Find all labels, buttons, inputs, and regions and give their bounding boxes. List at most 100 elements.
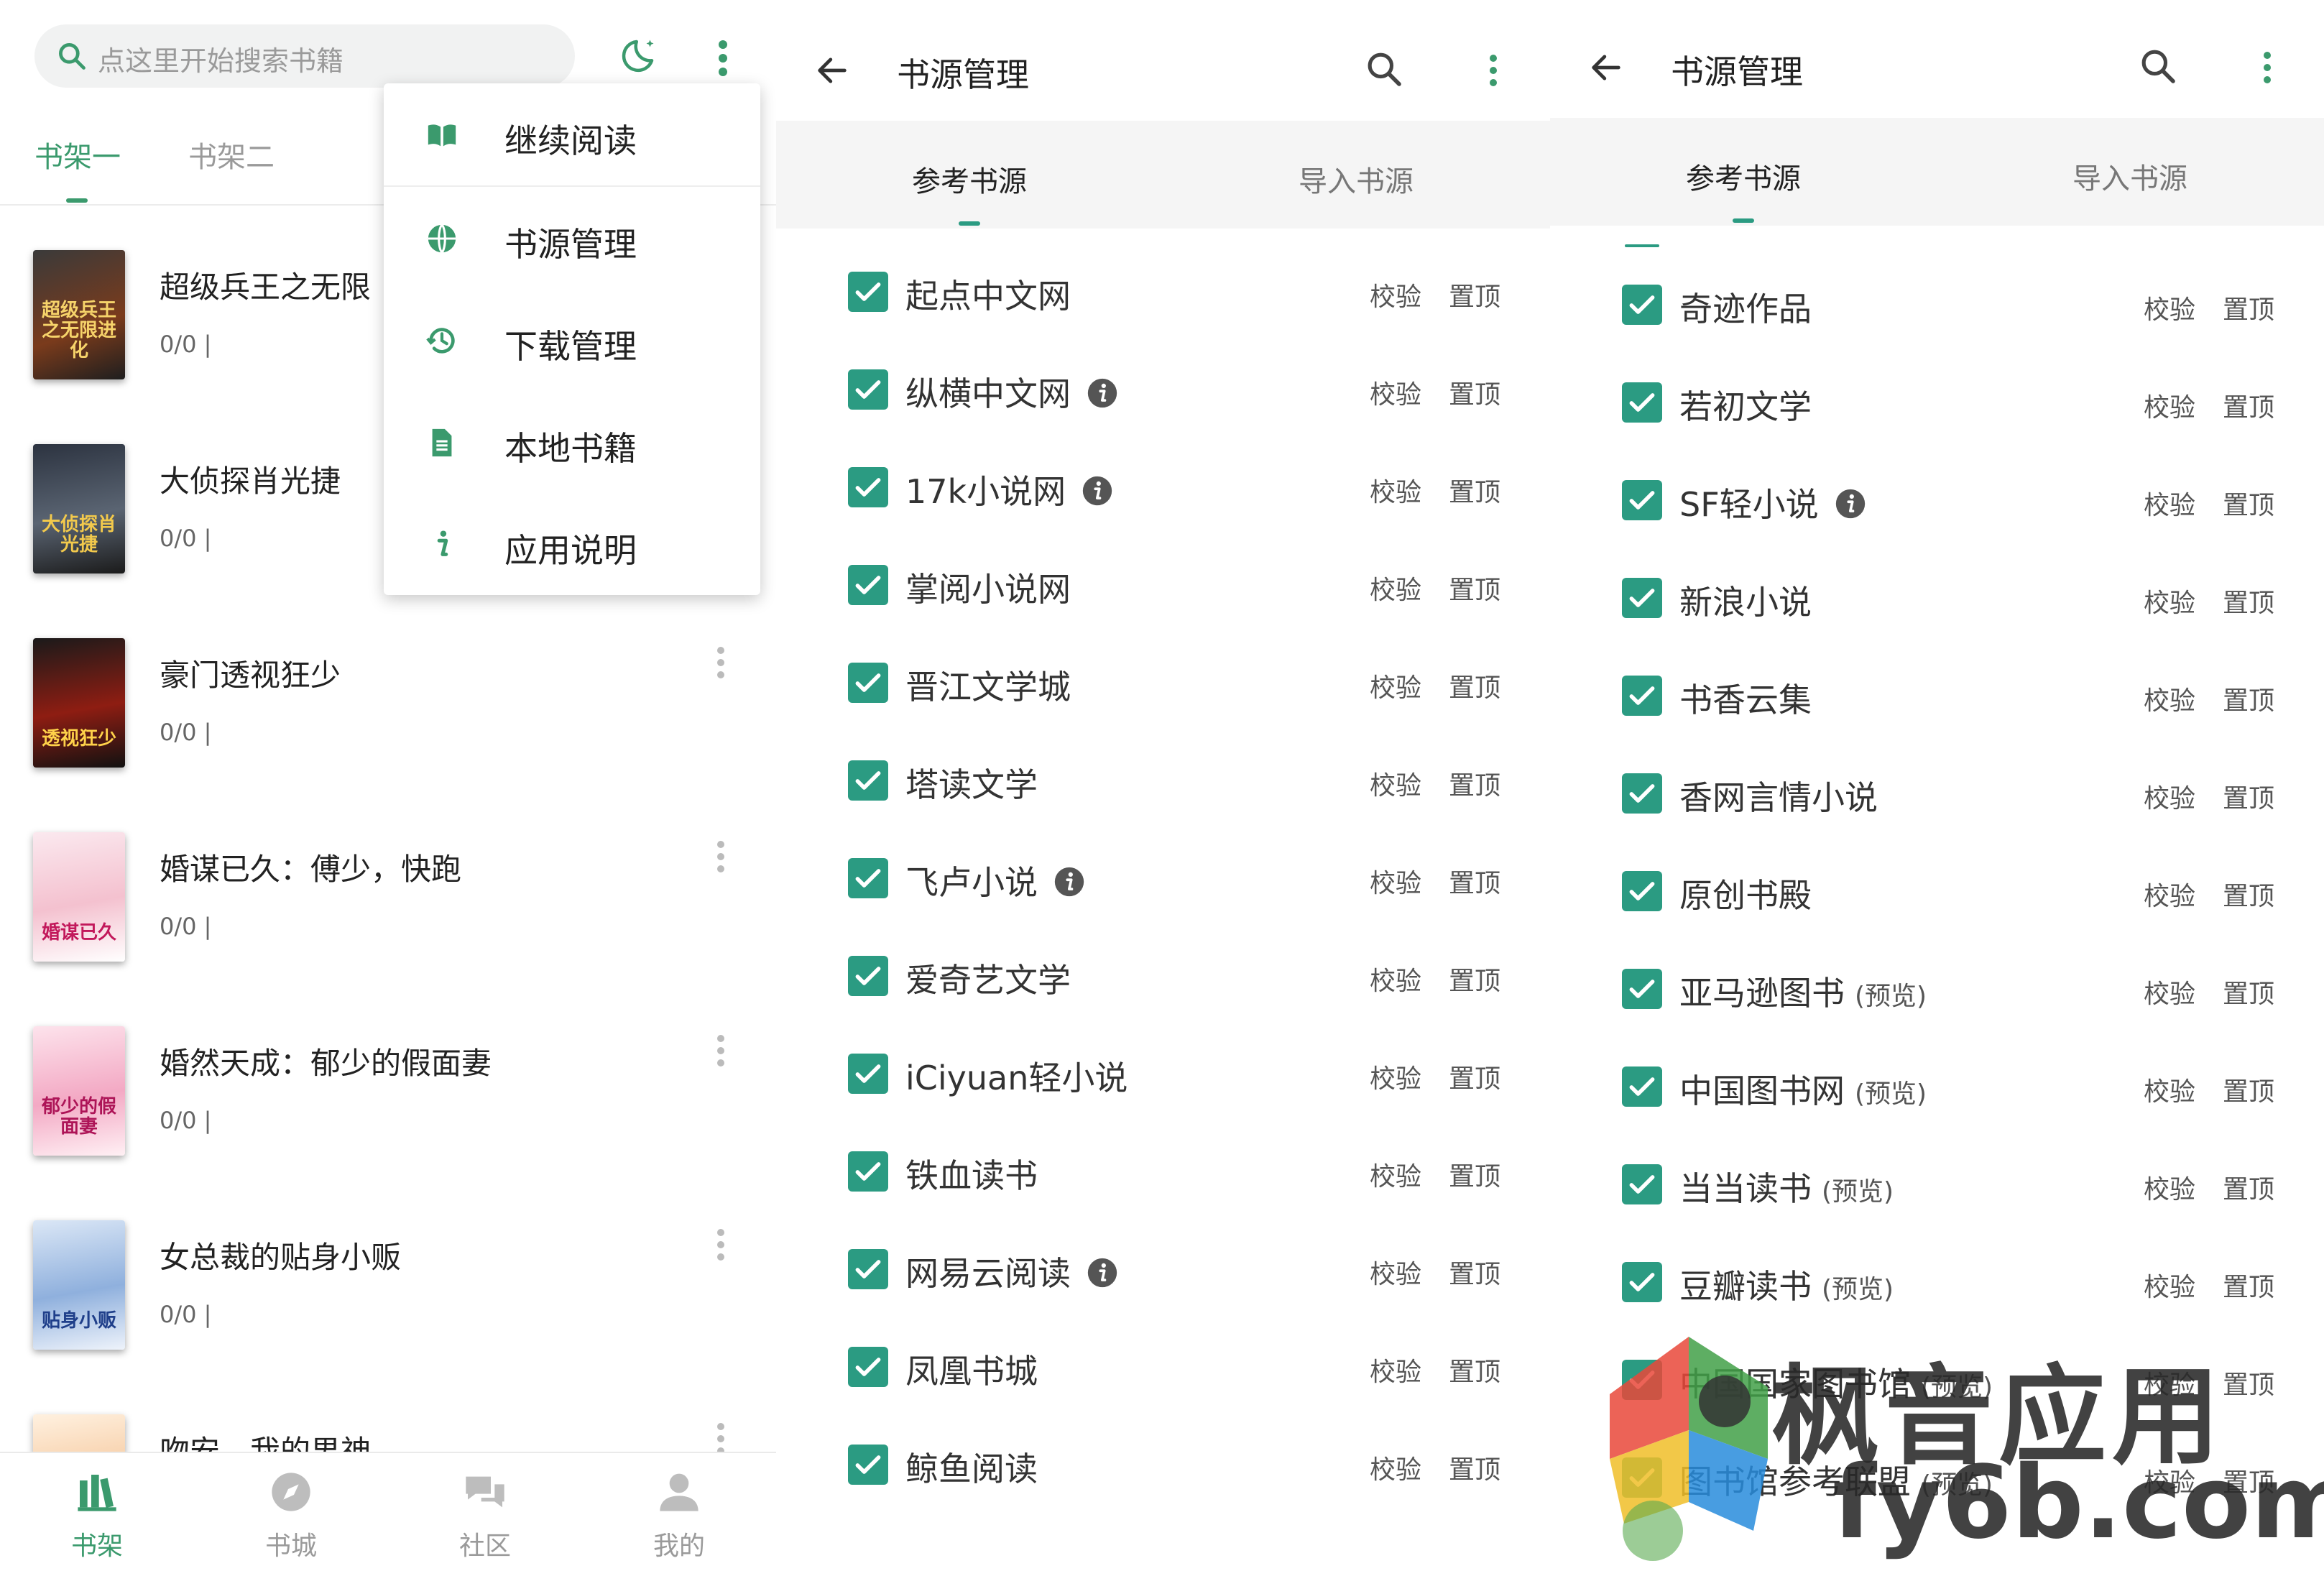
checkbox-checked[interactable]: [1622, 285, 1662, 325]
checkbox-checked[interactable]: [1622, 871, 1662, 911]
source-row[interactable]: 若初文学 校验 置顶: [1550, 354, 2324, 451]
checkbox-checked[interactable]: [848, 663, 888, 703]
source-row[interactable]: iCiyuan轻小说 校验 置顶: [776, 1025, 1550, 1123]
checkbox-checked[interactable]: [848, 858, 888, 898]
pin-button[interactable]: 置顶: [2223, 1266, 2274, 1304]
info-icon[interactable]: [1082, 475, 1113, 507]
pin-button[interactable]: 置顶: [1449, 1253, 1500, 1291]
verify-button[interactable]: 校验: [2144, 875, 2195, 913]
verify-button[interactable]: 校验: [1370, 1156, 1421, 1193]
source-row[interactable]: 起点中文网 校验 置顶: [776, 243, 1550, 341]
source-row[interactable]: 奇迹作品 校验 置顶: [1550, 256, 2324, 354]
info-icon[interactable]: [1053, 866, 1085, 898]
verify-button[interactable]: 校验: [2144, 1169, 2195, 1206]
checkbox-checked[interactable]: [1622, 969, 1662, 1009]
pin-button[interactable]: 置顶: [1449, 1449, 1500, 1486]
source-row[interactable]: 铁血读书 校验 置顶: [776, 1123, 1550, 1220]
source-row[interactable]: 书香云集 校验 置顶: [1550, 647, 2324, 745]
pin-button[interactable]: 置顶: [1449, 276, 1500, 313]
search-bar[interactable]: 点这里开始搜索书籍: [34, 24, 575, 88]
checkbox-checked[interactable]: [1622, 382, 1662, 423]
shelf-tab-2[interactable]: 书架二: [188, 134, 275, 175]
source-row[interactable]: 中国图书网 (预览) 校验 置顶: [1550, 1038, 2324, 1135]
verify-button[interactable]: 校验: [1370, 1058, 1421, 1095]
checkbox-checked[interactable]: [1622, 676, 1662, 716]
pin-button[interactable]: 置顶: [2223, 582, 2274, 619]
book-more-icon[interactable]: [716, 841, 726, 877]
source-row[interactable]: 掌阅小说网 校验 置顶: [776, 536, 1550, 634]
book-more-icon[interactable]: [716, 1229, 726, 1266]
info-icon[interactable]: [1087, 377, 1118, 409]
nav-bookshelf[interactable]: 书架: [0, 1453, 194, 1571]
verify-button[interactable]: 校验: [1370, 374, 1421, 411]
verify-button[interactable]: 校验: [1370, 1449, 1421, 1486]
pin-button[interactable]: 置顶: [2223, 778, 2274, 815]
tab-imported-sources[interactable]: 导入书源: [1163, 158, 1549, 200]
verify-button[interactable]: 校验: [2144, 680, 2195, 717]
pin-button[interactable]: 置顶: [1449, 960, 1500, 998]
pin-button[interactable]: 置顶: [2223, 1169, 2274, 1206]
search-icon[interactable]: [1364, 49, 1404, 89]
menu-item-download-management[interactable]: 下载管理: [384, 289, 760, 391]
menu-item-continue-reading[interactable]: 继续阅读: [384, 83, 760, 185]
source-row[interactable]: 塔读文学 校验 置顶: [776, 732, 1550, 829]
source-row[interactable]: 17k小说网 校验 置顶: [776, 438, 1550, 536]
pin-button[interactable]: 置顶: [2223, 680, 2274, 717]
pin-button[interactable]: 置顶: [2223, 289, 2274, 326]
source-row[interactable]: 晋江文学城 校验 置顶: [776, 634, 1550, 732]
shelf-tab-1[interactable]: 书架一: [34, 134, 121, 175]
pin-button[interactable]: 置顶: [1449, 1351, 1500, 1388]
checkbox-checked[interactable]: [848, 1151, 888, 1192]
source-row[interactable]: 爱奇艺文学 校验 置顶: [776, 927, 1550, 1025]
verify-button[interactable]: 校验: [1370, 276, 1421, 313]
verify-button[interactable]: 校验: [2144, 582, 2195, 619]
info-icon[interactable]: [1087, 1257, 1118, 1289]
book-more-icon[interactable]: [716, 1035, 726, 1072]
source-row[interactable]: 香网言情小说 校验 置顶: [1550, 745, 2324, 842]
more-vert-icon[interactable]: [2262, 52, 2272, 88]
verify-button[interactable]: 校验: [2144, 1266, 2195, 1304]
nav-bookstore[interactable]: 书城: [194, 1453, 388, 1571]
pin-button[interactable]: 置顶: [2223, 1071, 2274, 1108]
source-row[interactable]: SF轻小说 校验 置顶: [1550, 451, 2324, 549]
verify-button[interactable]: 校验: [1370, 862, 1421, 900]
more-vert-icon[interactable]: [1488, 55, 1498, 91]
source-row[interactable]: 网易云阅读 校验 置顶: [776, 1220, 1550, 1318]
checkbox-checked[interactable]: [1622, 1164, 1662, 1204]
pin-button[interactable]: 置顶: [2223, 973, 2274, 1010]
checkbox-checked[interactable]: [1622, 1262, 1662, 1302]
checkbox-checked[interactable]: [1622, 1066, 1662, 1107]
verify-button[interactable]: 校验: [2144, 387, 2195, 424]
pin-button[interactable]: 置顶: [1449, 471, 1500, 509]
pin-button[interactable]: 置顶: [1449, 862, 1500, 900]
checkbox-checked[interactable]: [848, 760, 888, 801]
verify-button[interactable]: 校验: [1370, 667, 1421, 704]
pin-button[interactable]: 置顶: [2223, 387, 2274, 424]
checkbox-checked[interactable]: [848, 1249, 888, 1289]
tab-reference-sources[interactable]: 参考书源: [1550, 155, 1937, 197]
pin-button[interactable]: 置顶: [1449, 667, 1500, 704]
info-icon[interactable]: [1835, 488, 1866, 520]
verify-button[interactable]: 校验: [2144, 1071, 2195, 1108]
checkbox-checked[interactable]: [848, 956, 888, 996]
back-arrow-icon[interactable]: [1587, 49, 1625, 86]
checkbox-checked[interactable]: [848, 1445, 888, 1485]
source-row[interactable]: 原创书殿 校验 置顶: [1550, 842, 2324, 940]
verify-button[interactable]: 校验: [1370, 471, 1421, 509]
verify-button[interactable]: 校验: [2144, 484, 2195, 522]
source-row[interactable]: 亚马逊图书 (预览) 校验 置顶: [1550, 940, 2324, 1038]
source-row[interactable]: 飞卢小说 校验 置顶: [776, 829, 1550, 927]
checkbox-checked[interactable]: [848, 565, 888, 605]
verify-button[interactable]: 校验: [2144, 778, 2195, 815]
verify-button[interactable]: 校验: [1370, 1351, 1421, 1388]
menu-item-app-info[interactable]: 应用说明: [384, 493, 760, 595]
nav-profile[interactable]: 我的: [582, 1453, 776, 1571]
verify-button[interactable]: 校验: [1370, 569, 1421, 607]
checkbox-checked[interactable]: [848, 467, 888, 507]
book-more-icon[interactable]: [716, 647, 726, 683]
source-row[interactable]: 当当读书 (预览) 校验 置顶: [1550, 1135, 2324, 1233]
book-item[interactable]: 郁少的假面妻 婚然天成：郁少的假面妻 0/0 |: [0, 1026, 776, 1220]
checkbox-checked[interactable]: [1622, 578, 1662, 618]
menu-item-local-books[interactable]: 本地书籍: [384, 391, 760, 493]
checkbox-checked[interactable]: [1622, 773, 1662, 814]
